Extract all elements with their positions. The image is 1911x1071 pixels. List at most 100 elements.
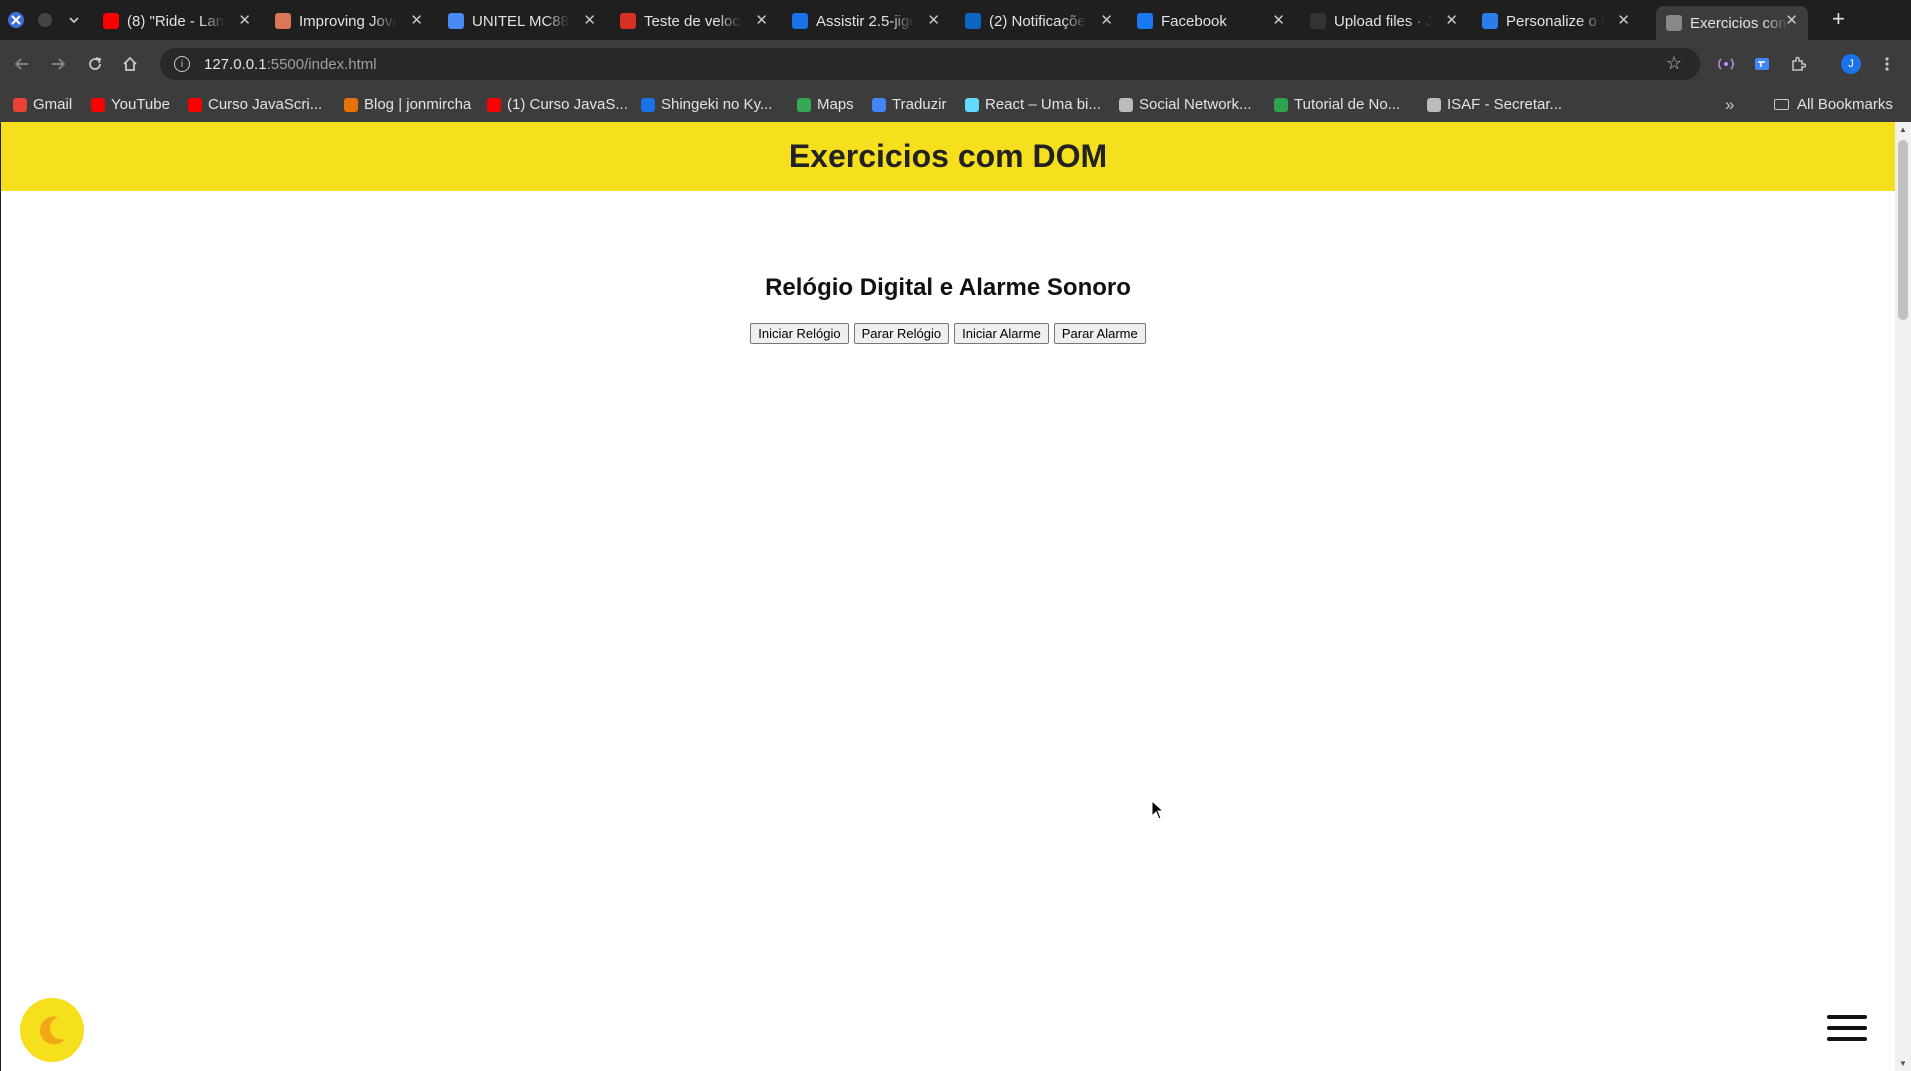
stop-alarm-button[interactable]: Parar Alarme bbox=[1053, 323, 1146, 344]
site-info-icon[interactable]: i bbox=[174, 56, 190, 72]
bookmark-star-icon[interactable]: ☆ bbox=[1666, 53, 1682, 74]
close-tab-icon[interactable]: ✕ bbox=[1617, 11, 1630, 29]
bookmark-item[interactable]: Blog | jonmircha bbox=[344, 96, 471, 113]
browser-tab[interactable]: Assistir 2.5-jige ✕ bbox=[782, 6, 950, 36]
all-bookmarks-button[interactable]: All Bookmarks bbox=[1774, 96, 1893, 113]
app-icon bbox=[4, 8, 28, 32]
anime-icon bbox=[641, 97, 655, 112]
forward-arrow-icon[interactable] bbox=[46, 52, 70, 76]
globe-icon bbox=[1666, 15, 1682, 31]
bookmark-item[interactable]: Tutorial de No... bbox=[1274, 96, 1400, 113]
page-title: Exercicios com DOM bbox=[788, 138, 1108, 174]
github-icon bbox=[1310, 13, 1326, 29]
bookmark-label: Traduzir bbox=[892, 96, 947, 113]
browser-toolbar: i 127.0.0.1:5500/index.html ☆ J bbox=[0, 40, 1911, 88]
bookmark-item[interactable]: Shingeki no Ky... bbox=[641, 96, 772, 113]
mouse-cursor-icon bbox=[1151, 799, 1165, 825]
hamburger-line bbox=[1827, 1015, 1867, 1019]
address-bar[interactable]: i 127.0.0.1:5500/index.html ☆ bbox=[160, 48, 1700, 80]
w-icon bbox=[1274, 97, 1288, 112]
router-icon bbox=[448, 13, 464, 29]
extension-radio-icon[interactable] bbox=[1714, 52, 1738, 76]
bookmark-item[interactable]: Social Network... bbox=[1119, 96, 1252, 113]
tab-group-icon[interactable] bbox=[33, 8, 57, 32]
hamburger-menu-button[interactable] bbox=[1827, 1015, 1867, 1041]
close-tab-icon[interactable]: ✕ bbox=[1100, 11, 1113, 29]
profile-avatar[interactable]: J bbox=[1839, 52, 1863, 76]
reload-icon[interactable] bbox=[83, 52, 107, 76]
section-title: Relógio Digital e Alarme Sonoro bbox=[765, 274, 1131, 301]
browser-tab[interactable]: Facebook ✕ bbox=[1127, 6, 1295, 36]
close-tab-icon[interactable]: ✕ bbox=[1785, 11, 1798, 29]
browser-tab[interactable]: (2) Notificações ✕ bbox=[955, 6, 1123, 36]
tab-title: Facebook bbox=[1161, 12, 1227, 30]
extension-translate-icon[interactable] bbox=[1750, 52, 1774, 76]
tab-title: Personalize o R bbox=[1506, 12, 1604, 30]
tab-search-chevron-icon[interactable] bbox=[62, 8, 86, 32]
tab-title: (2) Notificações bbox=[989, 12, 1087, 30]
close-tab-icon[interactable]: ✕ bbox=[238, 11, 251, 29]
close-tab-icon[interactable]: ✕ bbox=[410, 11, 423, 29]
bookmark-label: Social Network... bbox=[1139, 96, 1252, 113]
bookmark-label: Curso JavaScri... bbox=[208, 96, 323, 113]
start-alarm-button[interactable]: Iniciar Alarme bbox=[954, 323, 1049, 344]
bookmark-item[interactable]: Traduzir bbox=[872, 96, 946, 113]
scroll-up-arrow-icon[interactable]: ▲ bbox=[1899, 125, 1907, 134]
bookmark-item[interactable]: Curso JavaScri... bbox=[188, 96, 322, 113]
scroll-down-arrow-icon[interactable]: ▼ bbox=[1899, 1059, 1907, 1068]
browser-tab[interactable]: Teste de veloci ✕ bbox=[610, 6, 778, 36]
bookmark-item[interactable]: Gmail bbox=[13, 96, 72, 113]
bookmark-item[interactable]: YouTube bbox=[91, 96, 170, 113]
new-tab-button[interactable]: + bbox=[1832, 6, 1845, 32]
dark-mode-toggle-button[interactable] bbox=[20, 998, 84, 1062]
browser-tab[interactable]: (8) "Ride - Lana ✕ bbox=[93, 6, 261, 36]
bookmark-label: Shingeki no Ky... bbox=[661, 96, 773, 113]
browser-menu-icon[interactable] bbox=[1875, 52, 1899, 76]
browser-tab[interactable]: Exercicios com ✕ bbox=[1656, 6, 1808, 40]
bookmark-item[interactable]: React – Uma bi... bbox=[965, 96, 1101, 113]
bookmark-label: YouTube bbox=[111, 96, 170, 113]
close-tab-icon[interactable]: ✕ bbox=[1272, 11, 1285, 29]
more-bookmarks-chevron-icon[interactable]: » bbox=[1725, 95, 1734, 115]
network-icon bbox=[1119, 97, 1133, 112]
globe-icon bbox=[1427, 97, 1441, 112]
close-tab-icon[interactable]: ✕ bbox=[927, 11, 940, 29]
folder-icon bbox=[1774, 99, 1789, 110]
tab-title: Exercicios com bbox=[1690, 14, 1788, 32]
close-tab-icon[interactable]: ✕ bbox=[1445, 11, 1458, 29]
hamburger-line bbox=[1827, 1037, 1867, 1041]
bookmark-item[interactable]: ISAF - Secretar... bbox=[1427, 96, 1562, 113]
browser-tab[interactable]: UNITEL MC889 ✕ bbox=[438, 6, 606, 36]
moon-icon bbox=[39, 1016, 65, 1045]
close-tab-icon[interactable]: ✕ bbox=[755, 11, 768, 29]
bookmark-label: Maps bbox=[817, 96, 854, 113]
tab-title: Upload files · Jo bbox=[1334, 12, 1432, 30]
bookmarks-bar: Gmail YouTube Curso JavaScri... Blog | jonm… bbox=[0, 88, 1911, 123]
extensions-puzzle-icon[interactable] bbox=[1786, 52, 1810, 76]
url-path: :5500/index.html bbox=[266, 55, 377, 73]
speedtest-icon bbox=[620, 13, 636, 29]
home-icon[interactable] bbox=[118, 52, 142, 76]
browser-tab[interactable]: Upload files · Jo ✕ bbox=[1300, 6, 1468, 36]
linkedin-icon bbox=[965, 13, 981, 29]
youtube-icon bbox=[487, 97, 501, 112]
edge-icon bbox=[1482, 13, 1498, 29]
stop-clock-button[interactable]: Parar Relógio bbox=[853, 323, 950, 344]
bookmark-item[interactable]: (1) Curso JavaS... bbox=[487, 96, 628, 113]
back-arrow-icon[interactable] bbox=[10, 52, 34, 76]
bookmark-item[interactable]: Maps bbox=[797, 96, 854, 113]
url-host: 127.0.0.1 bbox=[204, 55, 267, 73]
page-scrollbar[interactable]: ▲ ▼ bbox=[1895, 122, 1911, 1071]
close-tab-icon[interactable]: ✕ bbox=[583, 11, 596, 29]
scrollbar-thumb[interactable] bbox=[1898, 140, 1908, 320]
clock-controls: Iniciar Relógio Parar Relógio Iniciar Al… bbox=[1, 323, 1895, 344]
maps-icon bbox=[797, 97, 811, 112]
browser-tab[interactable]: Improving Jova ✕ bbox=[265, 6, 433, 36]
bookmark-label: Tutorial de No... bbox=[1294, 96, 1401, 113]
hamburger-line bbox=[1827, 1026, 1867, 1030]
tab-strip: (8) "Ride - Lana ✕ Improving Jova ✕ UNITEL M… bbox=[0, 0, 1911, 40]
facebook-icon bbox=[1137, 13, 1153, 29]
page-header: Exercicios com DOM bbox=[1, 122, 1895, 191]
start-clock-button[interactable]: Iniciar Relógio bbox=[750, 323, 849, 344]
browser-tab[interactable]: Personalize o R ✕ bbox=[1472, 6, 1640, 36]
